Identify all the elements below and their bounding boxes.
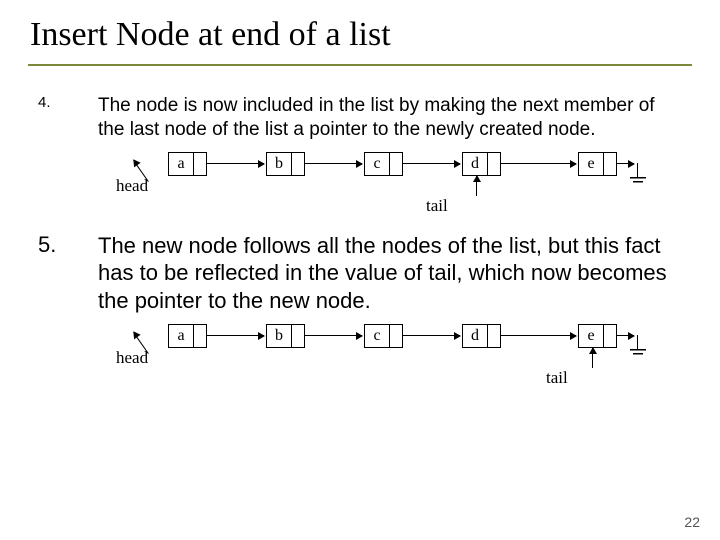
bullet-number: 4.	[38, 94, 98, 142]
bullet-number: 5.	[38, 232, 98, 315]
node-ptr	[603, 153, 616, 175]
page-number: 22	[684, 514, 700, 530]
diagram-2: a b c d e	[38, 320, 682, 392]
arrow-icon	[592, 348, 593, 368]
node-ptr	[193, 325, 206, 347]
node-data: b	[267, 325, 291, 347]
node-ptr	[487, 325, 500, 347]
list-node: e	[578, 152, 617, 176]
slide: Insert Node at end of a list 4. The node…	[0, 0, 720, 540]
node-ptr	[487, 153, 500, 175]
list-node: b	[266, 324, 305, 348]
list-node: c	[364, 152, 403, 176]
bullet-text: The node is now included in the list by …	[98, 94, 682, 142]
diagram-1: a b c d e	[38, 148, 682, 220]
node-ptr	[603, 325, 616, 347]
node-data: d	[463, 325, 487, 347]
node-ptr	[193, 153, 206, 175]
tail-label: tail	[426, 196, 448, 216]
node-ptr	[389, 153, 402, 175]
list-node: c	[364, 324, 403, 348]
list-node: e	[578, 324, 617, 348]
node-data: e	[579, 153, 603, 175]
page-title: Insert Node at end of a list	[28, 10, 692, 66]
arrow-icon	[402, 335, 460, 336]
list-node: a	[168, 324, 207, 348]
node-data: e	[579, 325, 603, 347]
node-ptr	[291, 153, 304, 175]
arrow-icon	[476, 176, 477, 196]
tail-label: tail	[546, 368, 568, 388]
node-data: c	[365, 153, 389, 175]
arrow-icon	[402, 163, 460, 164]
bullet-4: 4. The node is now included in the list …	[38, 94, 682, 142]
arrow-icon	[304, 335, 362, 336]
arrow-icon	[500, 163, 576, 164]
head-label: head	[116, 348, 148, 368]
ground-icon	[630, 335, 646, 357]
node-data: c	[365, 325, 389, 347]
node-data: b	[267, 153, 291, 175]
node-ptr	[389, 325, 402, 347]
bullet-text: The new node follows all the nodes of th…	[98, 232, 682, 315]
list-node: a	[168, 152, 207, 176]
node-ptr	[291, 325, 304, 347]
slide-body: 4. The node is now included in the list …	[28, 66, 692, 392]
list-node: d	[462, 324, 501, 348]
ground-icon	[630, 163, 646, 185]
list-node: d	[462, 152, 501, 176]
arrow-icon	[206, 163, 264, 164]
node-data: a	[169, 325, 193, 347]
list-node: b	[266, 152, 305, 176]
node-data: d	[463, 153, 487, 175]
bullet-5: 5. The new node follows all the nodes of…	[38, 232, 682, 315]
node-data: a	[169, 153, 193, 175]
head-label: head	[116, 176, 148, 196]
arrow-icon	[206, 335, 264, 336]
arrow-icon	[304, 163, 362, 164]
arrow-icon	[500, 335, 576, 336]
